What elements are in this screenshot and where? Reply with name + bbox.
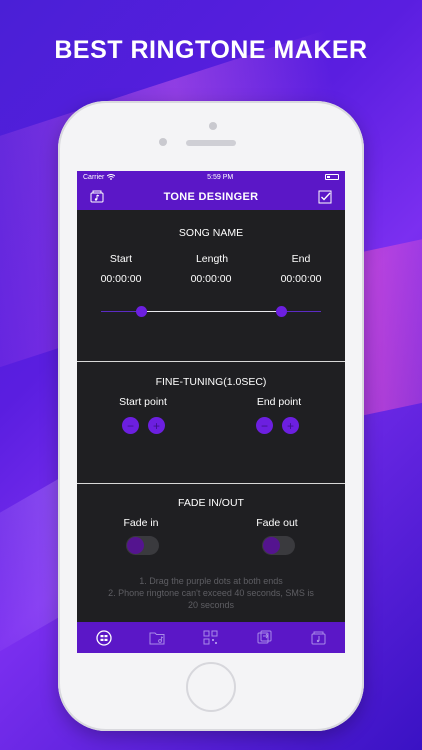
designer-icon[interactable] bbox=[95, 629, 113, 647]
end-handle[interactable] bbox=[276, 306, 287, 317]
app-screen: Carrier 5:59 PM TONE DESINGER SONG NAME … bbox=[77, 171, 345, 653]
length-label: Length bbox=[195, 253, 229, 265]
end-minus-button[interactable]: − bbox=[256, 417, 273, 434]
instruction-line: 20 seconds bbox=[187, 600, 235, 610]
end-label: End bbox=[291, 253, 311, 265]
convert-icon[interactable] bbox=[256, 629, 274, 647]
camera-icon bbox=[209, 122, 217, 130]
instruction-line: 1. Drag the purple dots at both ends bbox=[139, 576, 283, 586]
headline: BEST RINGTONE MAKER bbox=[54, 36, 368, 64]
start-plus-button[interactable]: + bbox=[148, 417, 165, 434]
qr-grid-icon[interactable] bbox=[202, 629, 220, 647]
folder-music-icon[interactable] bbox=[148, 629, 166, 647]
range-slider-selection bbox=[141, 311, 281, 312]
status-time: 5:59 PM bbox=[207, 173, 234, 181]
instruction-line: 2. Phone ringtone can't exceed 40 second… bbox=[108, 588, 314, 598]
fade-in-toggle[interactable] bbox=[126, 536, 159, 555]
end-plus-button[interactable]: + bbox=[282, 417, 299, 434]
battery-icon bbox=[325, 174, 339, 180]
home-button[interactable] bbox=[186, 662, 236, 712]
fade-section: FADE IN/OUT Fade in Fade out 1. Drag the… bbox=[77, 484, 345, 622]
fade-in-label: Fade in bbox=[123, 517, 159, 529]
wifi-icon bbox=[107, 174, 116, 180]
status-bar: Carrier 5:59 PM bbox=[77, 171, 345, 183]
music-folder-icon[interactable] bbox=[90, 190, 104, 204]
tab-bar bbox=[77, 622, 345, 653]
fade-title: FADE IN/OUT bbox=[178, 497, 244, 509]
page-title: TONE DESINGER bbox=[163, 190, 259, 203]
nav-bar: TONE DESINGER bbox=[77, 183, 345, 210]
song-section: SONG NAME Start Length End 00:00:00 00:0… bbox=[77, 210, 345, 362]
start-label: Start bbox=[109, 253, 133, 265]
song-name: SONG NAME bbox=[178, 227, 244, 239]
end-point-label: End point bbox=[256, 396, 302, 408]
fine-tuning-section: FINE-TUNING(1.0SEC) Start point End poin… bbox=[77, 362, 345, 484]
end-time: 00:00:00 bbox=[280, 273, 322, 285]
ringtone-icon[interactable] bbox=[309, 629, 327, 647]
start-time: 00:00:00 bbox=[100, 273, 142, 285]
start-minus-button[interactable]: − bbox=[122, 417, 139, 434]
instructions: 1. Drag the purple dots at both ends 2. … bbox=[77, 575, 345, 611]
fade-out-toggle[interactable] bbox=[262, 536, 295, 555]
checkbox-icon[interactable] bbox=[318, 190, 332, 204]
start-handle[interactable] bbox=[136, 306, 147, 317]
length-time: 00:00:00 bbox=[190, 273, 232, 285]
fine-tuning-title: FINE-TUNING(1.0SEC) bbox=[155, 376, 267, 388]
speaker-grille bbox=[186, 140, 236, 146]
start-point-label: Start point bbox=[119, 396, 167, 408]
sensor-dot bbox=[159, 138, 167, 146]
fade-out-label: Fade out bbox=[256, 517, 298, 529]
carrier-label: Carrier bbox=[83, 173, 105, 181]
